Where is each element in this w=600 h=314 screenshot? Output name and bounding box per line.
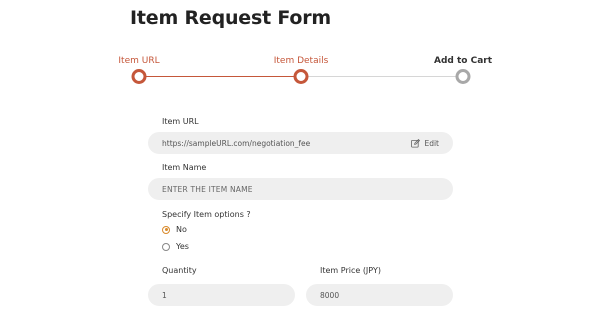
- edit-url-label: Edit: [424, 138, 439, 148]
- option-yes-radio-row[interactable]: Yes: [162, 242, 189, 251]
- step-dot-add-to-cart[interactable]: [455, 69, 471, 84]
- item-price-label: Item Price (JPY): [320, 266, 381, 275]
- radio-yes-label: Yes: [176, 242, 189, 251]
- item-price-field[interactable]: 8000: [306, 284, 453, 306]
- quantity-field[interactable]: 1: [148, 284, 295, 306]
- step-label-item-url[interactable]: Item URL: [118, 56, 159, 66]
- radio-no[interactable]: [162, 225, 170, 234]
- item-url-value[interactable]: https://sampleURL.com/negotiation_fee: [162, 139, 411, 148]
- item-url-field[interactable]: https://sampleURL.com/negotiation_fee Ed…: [148, 132, 453, 154]
- option-no-radio-row[interactable]: No: [162, 225, 187, 234]
- page-title: Item Request Form: [130, 7, 332, 29]
- quantity-value[interactable]: 1: [162, 291, 281, 300]
- radio-yes[interactable]: [162, 242, 170, 251]
- pencil-edit-icon: [411, 138, 421, 148]
- step-dot-item-url[interactable]: [131, 69, 147, 84]
- step-label-item-details[interactable]: Item Details: [274, 56, 329, 66]
- item-name-field[interactable]: ENTER THE ITEM NAME: [148, 178, 453, 200]
- step-dot-item-details[interactable]: [293, 69, 309, 84]
- edit-url-button[interactable]: Edit: [411, 138, 439, 148]
- item-name-label: Item Name: [162, 163, 207, 172]
- item-name-placeholder[interactable]: ENTER THE ITEM NAME: [162, 185, 439, 194]
- stepper-line-completed: [139, 76, 301, 77]
- item-options-question: Specify Item options ?: [162, 210, 251, 219]
- quantity-label: Quantity: [162, 266, 197, 275]
- stepper-line-pending: [301, 76, 463, 77]
- step-label-add-to-cart[interactable]: Add to Cart: [434, 56, 492, 66]
- radio-no-label: No: [176, 225, 187, 234]
- item-price-value[interactable]: 8000: [320, 291, 439, 300]
- item-url-label: Item URL: [162, 117, 199, 126]
